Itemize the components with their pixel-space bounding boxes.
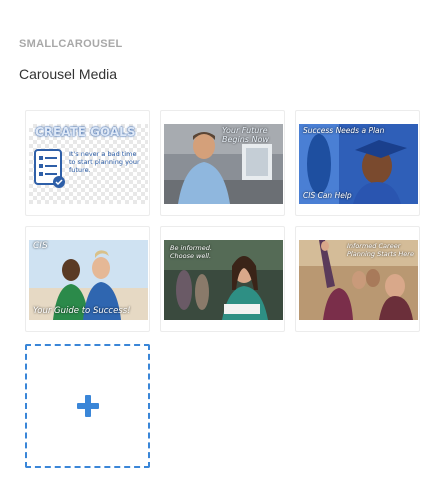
media-tile-create-goals[interactable]: CREATE GOALS It's never a bad time to st… xyxy=(25,110,150,216)
media-caption-sub: Your Guide to Success! xyxy=(33,306,131,316)
media-thumbnail: Be informed. Choose well. xyxy=(164,240,283,320)
media-caption-sub: CIS Can Help xyxy=(303,191,352,200)
media-caption-main: Informed Career Planning Starts Here xyxy=(347,242,414,258)
section-label: SMALLCAROUSEL xyxy=(19,38,123,50)
media-thumbnail: Informed Career Planning Starts Here xyxy=(299,240,418,320)
media-caption-main: Be informed. Choose well. xyxy=(170,244,212,260)
media-caption-main: Your Future Begins Now xyxy=(222,126,269,144)
section-title: Carousel Media xyxy=(19,66,118,82)
media-caption-main: Success Needs a Plan xyxy=(303,126,385,135)
media-caption-main: CIS xyxy=(33,241,48,251)
media-tile-guide-to-success[interactable]: CIS Your Guide to Success! xyxy=(25,226,150,332)
carousel-media-grid: CREATE GOALS It's never a bad time to st… xyxy=(25,110,425,480)
media-tile-be-informed[interactable]: Be informed. Choose well. xyxy=(160,226,285,332)
media-thumbnail: Success Needs a Plan CIS Can Help xyxy=(299,124,418,204)
media-caption-sub: It's never a bad time to start planning … xyxy=(69,150,140,174)
plus-icon xyxy=(76,395,99,417)
media-thumbnail: CREATE GOALS It's never a bad time to st… xyxy=(29,124,148,204)
media-thumbnail: Your Future Begins Now xyxy=(164,124,283,204)
add-media-button[interactable] xyxy=(25,344,150,468)
media-caption-main: CREATE GOALS xyxy=(35,125,136,139)
media-thumbnail: CIS Your Guide to Success! xyxy=(29,240,148,320)
media-tile-your-future[interactable]: Your Future Begins Now xyxy=(160,110,285,216)
media-tile-success-needs-a-plan[interactable]: Success Needs a Plan CIS Can Help xyxy=(295,110,420,216)
media-tile-career-planning[interactable]: Informed Career Planning Starts Here xyxy=(295,226,420,332)
